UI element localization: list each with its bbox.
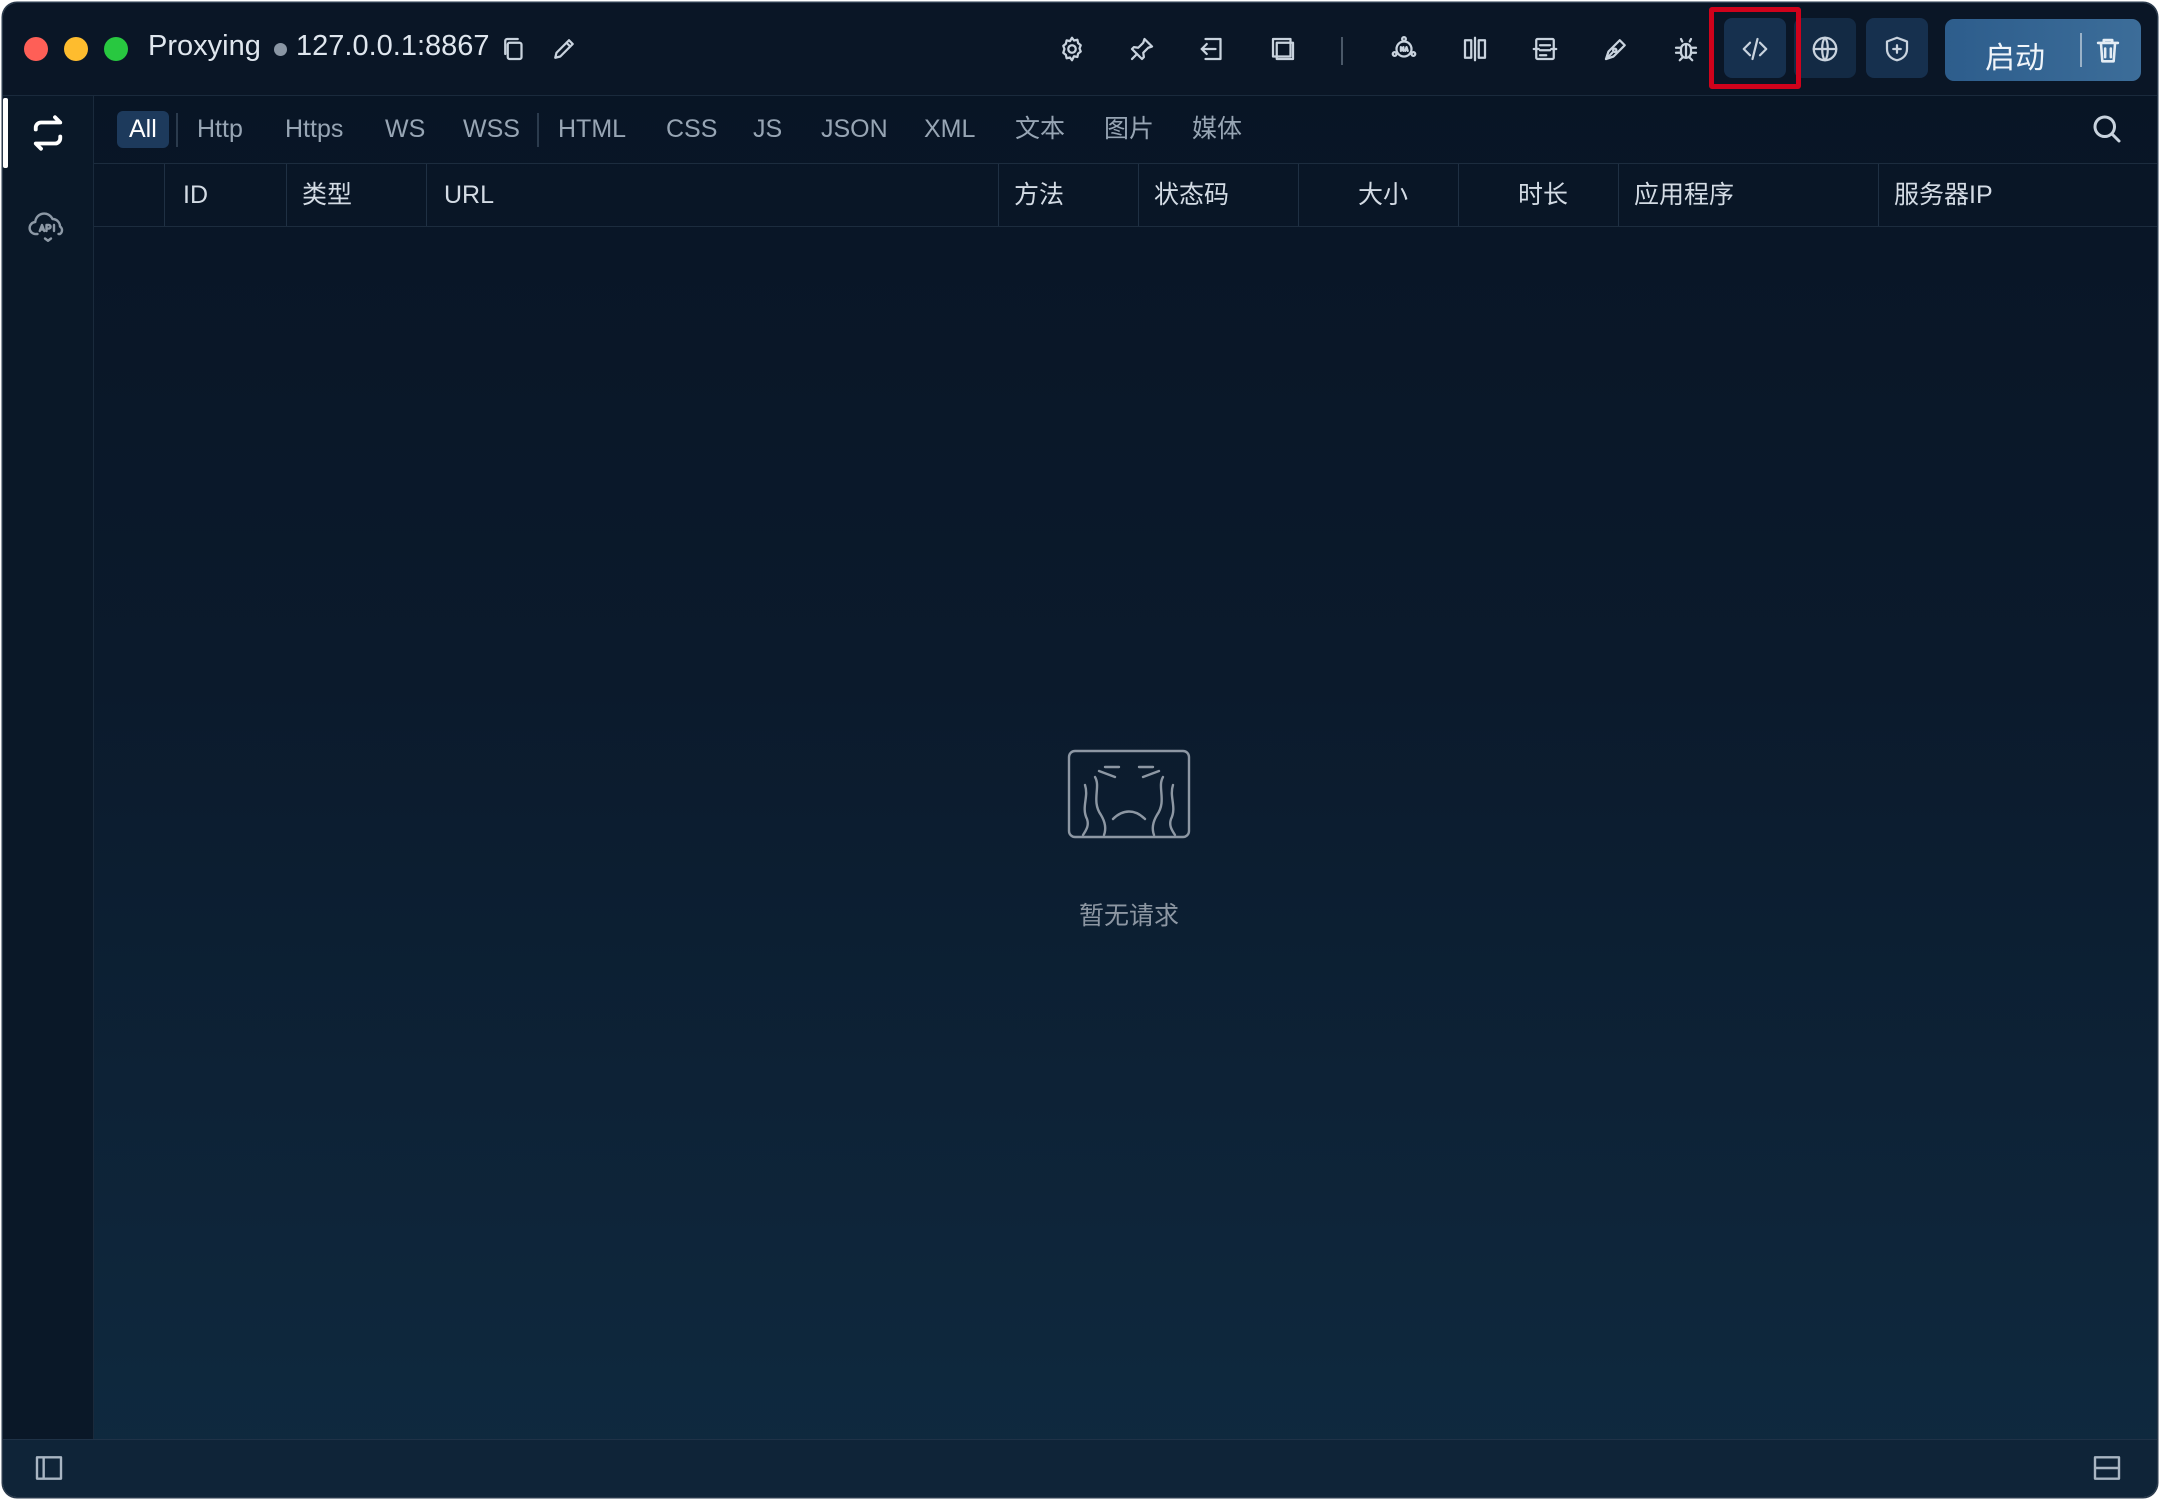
- filter-css[interactable]: CSS: [666, 111, 717, 148]
- window-title: Proxying: [148, 30, 261, 62]
- column-divider: [1618, 164, 1619, 226]
- start-button-divider: [2080, 33, 2082, 67]
- column-method[interactable]: 方法: [1014, 164, 1064, 226]
- column-divider: [286, 164, 287, 226]
- empty-state-text: 暂无请求: [1078, 902, 1179, 930]
- search-icon[interactable]: [2089, 111, 2129, 151]
- column-divider: [1298, 164, 1299, 226]
- column-divider: [998, 164, 999, 226]
- pen-icon[interactable]: [1596, 29, 1636, 69]
- filter-media[interactable]: 媒体: [1192, 111, 1242, 148]
- column-divider: [1458, 164, 1459, 226]
- minimize-window-button[interactable]: [64, 37, 88, 61]
- start-button[interactable]: 启动: [1945, 19, 2141, 81]
- app-window: Proxying 127.0.0.1:8867 启动 All Http Http…: [3, 3, 2157, 1497]
- filter-xml[interactable]: XML: [924, 111, 975, 148]
- pencil-icon[interactable]: [544, 29, 584, 69]
- toolbar-divider: [1341, 37, 1343, 65]
- column-type[interactable]: 类型: [302, 164, 352, 226]
- filter-wss[interactable]: WSS: [463, 111, 520, 148]
- shield-icon[interactable]: [1877, 29, 1917, 69]
- nat-icon[interactable]: [1384, 29, 1424, 69]
- status-footer: [3, 1439, 2157, 1497]
- filter-http[interactable]: Http: [197, 111, 243, 148]
- proxy-address: 127.0.0.1:8867: [296, 30, 490, 62]
- filter-ws[interactable]: WS: [385, 111, 425, 148]
- empty-sad-icon: [1065, 747, 1193, 857]
- column-app[interactable]: 应用程序: [1634, 164, 1734, 226]
- filter-json[interactable]: JSON: [821, 111, 888, 148]
- gear-icon[interactable]: [1052, 29, 1092, 69]
- script-icon[interactable]: [1525, 29, 1565, 69]
- refresh-icon[interactable]: [23, 108, 73, 158]
- column-status[interactable]: 状态码: [1154, 164, 1229, 226]
- bug-icon[interactable]: [1666, 29, 1706, 69]
- left-sidebar: [3, 96, 94, 1440]
- filter-js[interactable]: JS: [753, 111, 782, 148]
- column-url[interactable]: URL: [444, 164, 494, 226]
- filter-all[interactable]: All: [117, 111, 169, 148]
- table-header: ID 类型 URL 方法 状态码 大小 时长 应用程序 服务器IP: [94, 164, 2157, 227]
- api-cloud-icon[interactable]: [23, 200, 73, 250]
- column-size[interactable]: 大小: [1358, 164, 1408, 226]
- import-icon[interactable]: [1193, 29, 1233, 69]
- split-view-icon[interactable]: [1455, 29, 1495, 69]
- copy-icon[interactable]: [494, 29, 534, 69]
- column-divider: [1138, 164, 1139, 226]
- filter-html[interactable]: HTML: [558, 111, 626, 148]
- filter-separator: [176, 113, 178, 147]
- pin-icon[interactable]: [1122, 29, 1162, 69]
- status-dot: [274, 43, 287, 56]
- highlight-box: [1709, 7, 1801, 89]
- column-id[interactable]: ID: [183, 164, 208, 226]
- column-divider: [164, 164, 165, 226]
- column-divider: [1878, 164, 1879, 226]
- window-icon[interactable]: [1263, 29, 1303, 69]
- panel-toggle-icon[interactable]: [2091, 1452, 2127, 1488]
- maximize-window-button[interactable]: [104, 37, 128, 61]
- filter-bar: All Http Https WS WSS HTML CSS JS JSON X…: [94, 96, 2157, 164]
- close-window-button[interactable]: [24, 37, 48, 61]
- column-duration[interactable]: 时长: [1518, 164, 1568, 226]
- title-bar: Proxying 127.0.0.1:8867 启动: [3, 3, 2157, 96]
- start-button-label: 启动: [1985, 42, 2045, 75]
- filter-separator: [537, 113, 539, 147]
- filter-image[interactable]: 图片: [1104, 111, 1154, 148]
- column-divider: [426, 164, 427, 226]
- filter-text[interactable]: 文本: [1015, 111, 1065, 148]
- sidebar-active-indicator: [3, 98, 8, 168]
- trash-icon[interactable]: [2091, 33, 2125, 67]
- column-server-ip[interactable]: 服务器IP: [1894, 164, 1993, 226]
- globe-icon[interactable]: [1805, 29, 1845, 69]
- sidebar-toggle-icon[interactable]: [33, 1452, 69, 1488]
- filter-https[interactable]: Https: [285, 111, 343, 148]
